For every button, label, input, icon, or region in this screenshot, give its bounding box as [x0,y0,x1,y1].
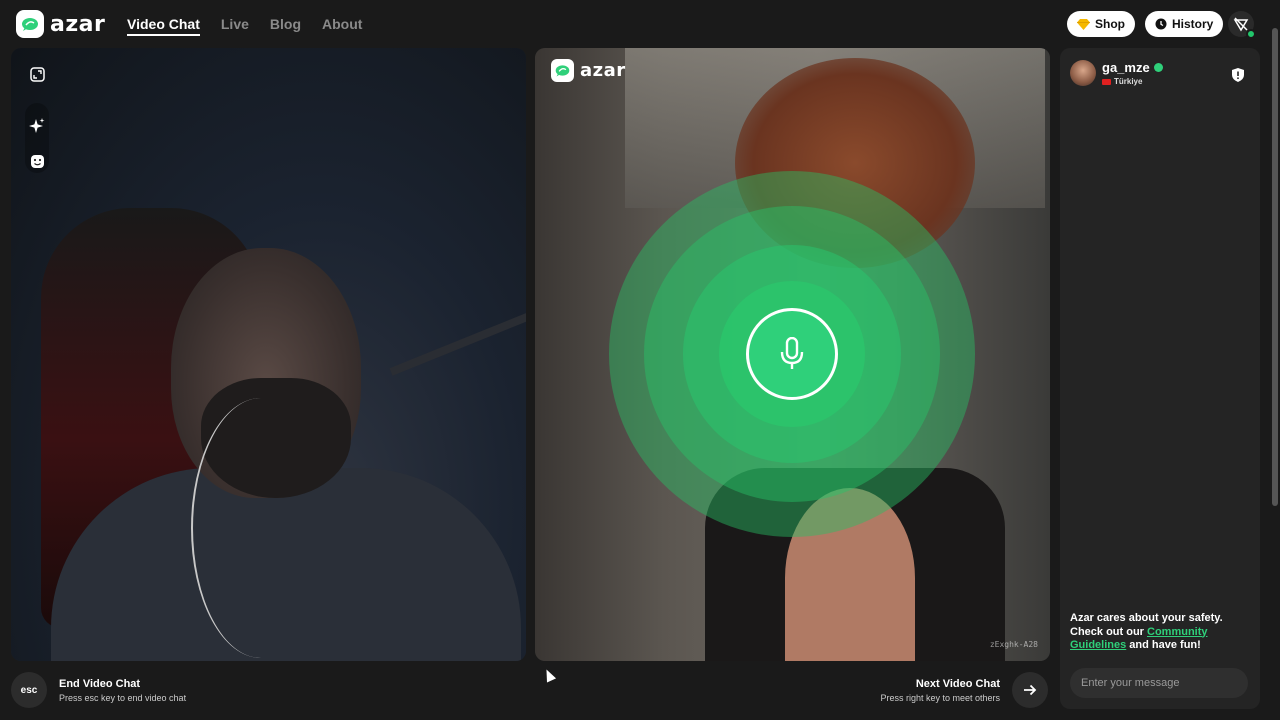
online-status-dot [1246,29,1256,39]
partner-country: Türkiye [1114,77,1143,86]
report-shield-icon[interactable] [1232,68,1244,82]
earphone-cable [191,398,331,658]
chat-panel: ga_mze Türkiye Azar cares about your saf… [1060,48,1260,709]
fullscreen-icon[interactable] [27,64,47,84]
nav-live[interactable]: Live [221,16,249,36]
azar-logo[interactable]: azar [16,10,105,38]
safety-line-2-prefix: Check out our [1070,625,1148,638]
partner-video-feed: azar zExghk-A28 [535,48,1050,661]
gem-icon [1077,18,1090,30]
brand-name: azar [50,11,106,37]
my-video-feed [11,48,526,661]
sparkle-effects-icon[interactable] [27,116,47,136]
safety-notice: Azar cares about your safety. Check out … [1070,612,1250,653]
microphone-icon [746,308,838,400]
shop-button[interactable]: Shop [1067,11,1135,37]
nav-about[interactable]: About [322,16,362,36]
end-chat-subtitle: Press esc key to end video chat [59,693,187,703]
scrollbar-thumb[interactable] [1272,28,1278,506]
top-navigation-bar: azar Video Chat Live Blog About Shop His… [0,0,1280,48]
turkey-flag-icon [1102,78,1111,85]
watermark-text: azar [580,60,626,81]
azar-logo-icon [551,59,574,82]
mouse-cursor [541,667,557,683]
face-mask-icon[interactable] [27,151,47,171]
end-chat-button[interactable]: esc [11,672,47,708]
esc-key-label: esc [20,684,38,696]
safety-line-1: Azar cares about your safety. [1070,612,1223,624]
next-chat-button[interactable] [1012,672,1048,708]
session-id: zExghk-A28 [989,640,1038,649]
end-chat-title: End Video Chat [59,678,141,690]
video-watermark-logo: azar [551,59,626,82]
profile-avatar-button[interactable] [1228,11,1256,39]
nav-video-chat[interactable]: Video Chat [127,16,200,36]
partner-avatar[interactable] [1070,60,1096,86]
next-chat-title: Next Video Chat [915,678,1000,690]
next-chat-subtitle: Press right key to meet others [880,693,1000,703]
message-input[interactable] [1070,668,1248,698]
verified-badge-icon [1153,63,1163,72]
nav-blog[interactable]: Blog [270,16,301,36]
voice-activity-indicator [609,171,975,537]
partner-username: ga_mze [1102,60,1150,75]
shop-label: Shop [1095,17,1125,31]
history-button[interactable]: History [1145,11,1224,37]
page-scrollbar[interactable] [1270,0,1280,720]
azar-logo-icon [16,10,44,38]
clock-icon [1155,18,1167,30]
main-nav: Video Chat Live Blog About [127,16,362,36]
arrow-right-icon [1024,684,1037,696]
history-label: History [1172,17,1214,31]
partner-profile[interactable]: ga_mze Türkiye [1070,60,1163,86]
safety-line-2-suffix: and have fun! [1126,639,1201,651]
